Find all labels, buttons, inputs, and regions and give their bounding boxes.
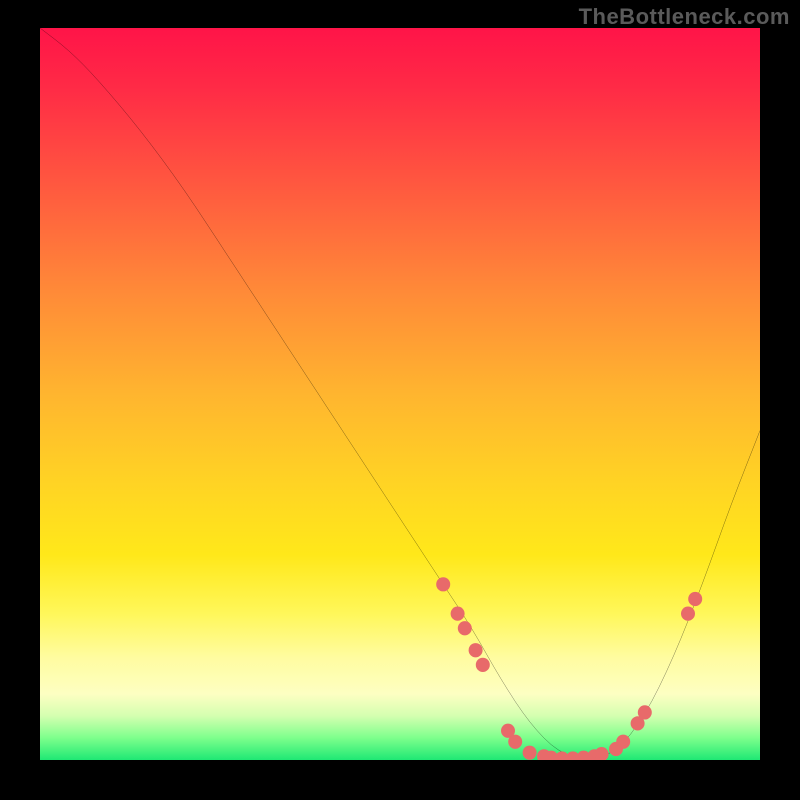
marker-dot [451, 606, 465, 620]
bottleneck-curve [40, 28, 760, 758]
marker-dot [688, 592, 702, 606]
marker-dot [436, 577, 450, 591]
marker-dot [638, 705, 652, 719]
marker-group [436, 577, 702, 760]
marker-dot [681, 606, 695, 620]
marker-dot [595, 747, 609, 760]
marker-dot [458, 621, 472, 635]
marker-dot [523, 746, 537, 760]
plot-area [40, 28, 760, 760]
watermark-text: TheBottleneck.com [579, 4, 790, 30]
chart-frame: TheBottleneck.com [0, 0, 800, 800]
plot-svg [40, 28, 760, 760]
marker-dot [616, 735, 630, 749]
marker-dot [469, 643, 483, 657]
marker-dot [476, 658, 490, 672]
marker-dot [508, 735, 522, 749]
